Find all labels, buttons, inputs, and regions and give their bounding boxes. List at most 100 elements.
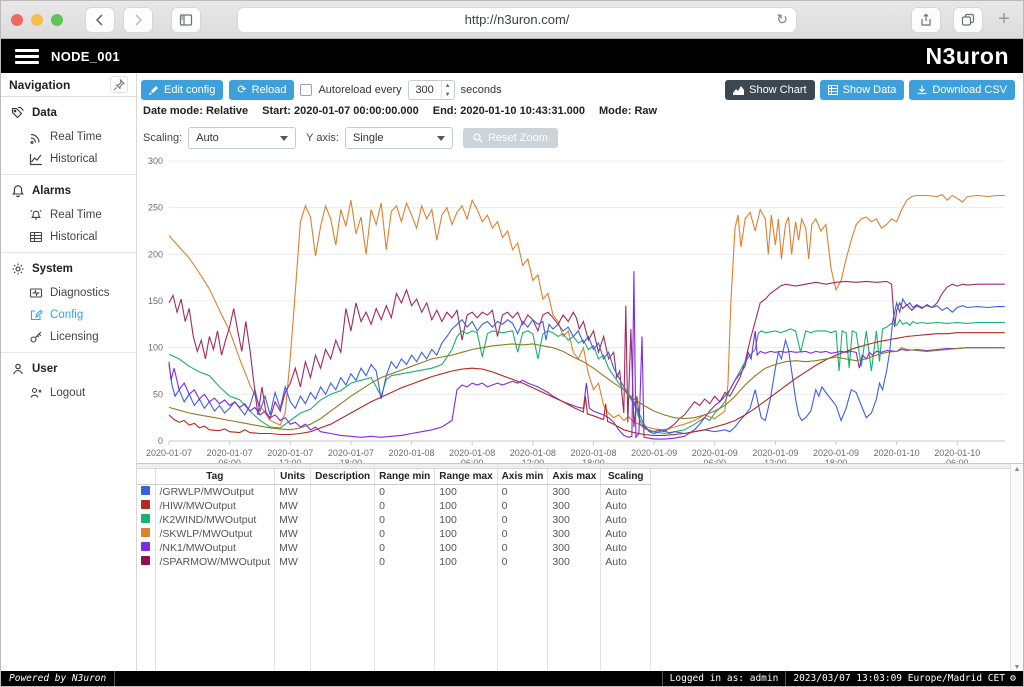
sidebar-item-data-realtime[interactable]: Real Time <box>11 126 136 148</box>
column-header[interactable]: Axis min <box>497 469 548 485</box>
column-header[interactable]: Scaling <box>601 469 651 485</box>
tab-overview-button[interactable] <box>953 7 983 33</box>
item-label: Config <box>50 309 83 321</box>
svg-text:2020-01-07: 2020-01-07 <box>328 448 374 458</box>
scroll-up-icon[interactable]: ▲ <box>1014 466 1021 473</box>
line-chart-icon <box>29 152 43 166</box>
cell-axis_min: 0 <box>497 555 548 569</box>
menu-icon[interactable] <box>15 49 39 64</box>
series-color-cell <box>137 555 155 569</box>
autoreload-interval-input[interactable]: 300 ▲ ▼ <box>408 80 455 100</box>
status-bar: Powered by N3uron Logged in as: admin 20… <box>1 671 1023 686</box>
forward-button[interactable] <box>123 7 153 33</box>
sidebar-item-licensing[interactable]: Licensing <box>11 326 136 348</box>
browser-toolbar: http://n3uron.com/ ↻ + <box>1 1 1023 39</box>
spinner-up-button[interactable]: ▲ <box>442 81 454 90</box>
autoreload-checkbox[interactable] <box>300 84 312 96</box>
pin-icon <box>112 78 126 92</box>
tags-icon <box>11 106 25 120</box>
item-label: Historical <box>50 153 97 165</box>
table-row[interactable]: /GRWLP/MWOutputMW01000300Auto <box>137 485 651 500</box>
historical-trend-chart[interactable]: 0501001502002503002020-01-072020-01-0706… <box>139 151 1019 481</box>
page-reload-icon[interactable]: ↻ <box>776 11 788 28</box>
cell-axis_max: 300 <box>548 541 601 555</box>
cell-axis_max: 300 <box>548 513 601 527</box>
new-tab-button[interactable]: + <box>995 8 1013 31</box>
chevron-down-icon <box>437 136 445 141</box>
yaxis-select[interactable]: Single <box>345 127 453 149</box>
scaling-select[interactable]: Auto <box>188 127 296 149</box>
cell-range_min: 0 <box>375 499 435 513</box>
svg-text:100: 100 <box>148 343 163 353</box>
reset-zoom-button[interactable]: Reset Zoom <box>463 128 558 148</box>
share-button[interactable] <box>911 7 941 33</box>
cell-units: MW <box>275 541 311 555</box>
table-row[interactable]: /SPARMOW/MWOutputMW01000300Auto <box>137 555 651 569</box>
series-color-swatch <box>141 486 150 495</box>
column-header[interactable]: Units <box>275 469 311 485</box>
table-row[interactable]: /HIW/MWOutputMW01000300Auto <box>137 499 651 513</box>
sidebar-icon <box>179 13 193 27</box>
table-row[interactable]: /K2WIND/MWOutputMW01000300Auto <box>137 513 651 527</box>
sidebar-item-diagnostics[interactable]: Diagnostics <box>11 282 136 304</box>
svg-text:2020-01-09: 2020-01-09 <box>813 448 859 458</box>
item-label: Real Time <box>50 209 102 221</box>
svg-text:2020-01-10: 2020-01-10 <box>874 448 920 458</box>
autoreload-label: Autoreload every <box>318 84 401 96</box>
svg-text:150: 150 <box>148 296 163 306</box>
table-row[interactable]: /SKWLP/MWOutputMW01000300Auto <box>137 527 651 541</box>
server-timestamp: 2023/03/07 13:03:09 Europe/Madrid CET <box>793 673 1005 684</box>
node-name: NODE_001 <box>51 49 120 64</box>
cell-range_max: 100 <box>435 513 497 527</box>
edit-config-icon <box>29 308 43 322</box>
cell-range_max: 100 <box>435 485 497 500</box>
url-text: http://n3uron.com/ <box>465 12 570 27</box>
address-bar[interactable]: http://n3uron.com/ ↻ <box>237 7 797 33</box>
show-chart-button[interactable]: Show Chart <box>725 80 814 100</box>
end-value: 2020-01-10 10:43:31.000 <box>460 105 585 117</box>
cell-range_max: 100 <box>435 527 497 541</box>
column-header[interactable]: Description <box>311 469 375 485</box>
item-label: Licensing <box>50 331 99 343</box>
reload-button[interactable]: ⟳ Reload <box>229 80 294 100</box>
series-color-cell <box>137 513 155 527</box>
scroll-down-icon[interactable]: ▼ <box>1014 664 1021 671</box>
svg-text:2020-01-07: 2020-01-07 <box>207 448 253 458</box>
cell-units: MW <box>275 527 311 541</box>
show-data-button[interactable]: Show Data <box>820 80 905 100</box>
timezone-gear-icon[interactable]: ⚙ <box>1010 673 1016 684</box>
chart-icon <box>733 85 744 95</box>
sidebar-section-system: System Diagnostics Config Licensing <box>1 252 136 352</box>
cell-range_max: 100 <box>435 499 497 513</box>
cell-axis_min: 0 <box>497 513 548 527</box>
svg-text:2020-01-10: 2020-01-10 <box>934 448 980 458</box>
sidebar-toggle-button[interactable] <box>171 7 201 33</box>
table-scrollbar[interactable]: ▲ ▼ <box>1010 464 1023 673</box>
column-header[interactable]: Tag <box>155 469 275 485</box>
minimize-window-button[interactable] <box>31 14 43 26</box>
autoreload-unit-label: seconds <box>461 84 502 96</box>
pin-sidebar-button[interactable] <box>110 76 128 93</box>
column-header[interactable]: Range max <box>435 469 497 485</box>
sidebar-item-alarms-historical[interactable]: Historical <box>11 226 136 248</box>
cell-range_min: 0 <box>375 527 435 541</box>
sidebar-item-alarms-realtime[interactable]: Real Time <box>11 204 136 226</box>
sidebar-item-config[interactable]: Config <box>11 304 136 326</box>
back-button[interactable] <box>85 7 115 33</box>
zoom-window-button[interactable] <box>51 14 63 26</box>
column-header[interactable]: Range min <box>375 469 435 485</box>
column-header[interactable]: Axis max <box>548 469 601 485</box>
spinner-down-button[interactable]: ▼ <box>442 90 454 99</box>
sidebar-item-data-historical[interactable]: Historical <box>11 148 136 170</box>
item-label: Historical <box>50 231 97 243</box>
section-label-data: Data <box>32 107 57 119</box>
cell-scaling: Auto <box>601 527 651 541</box>
item-label: Diagnostics <box>50 287 109 299</box>
diagnostics-icon <box>29 286 43 300</box>
download-csv-button[interactable]: Download CSV <box>909 80 1015 100</box>
edit-config-button[interactable]: Edit config <box>141 80 223 100</box>
table-row[interactable]: /NK1/MWOutputMW01000300Auto <box>137 541 651 555</box>
cell-tag: /GRWLP/MWOutput <box>155 485 275 500</box>
close-window-button[interactable] <box>11 14 23 26</box>
sidebar-item-logout[interactable]: Logout <box>11 382 136 404</box>
